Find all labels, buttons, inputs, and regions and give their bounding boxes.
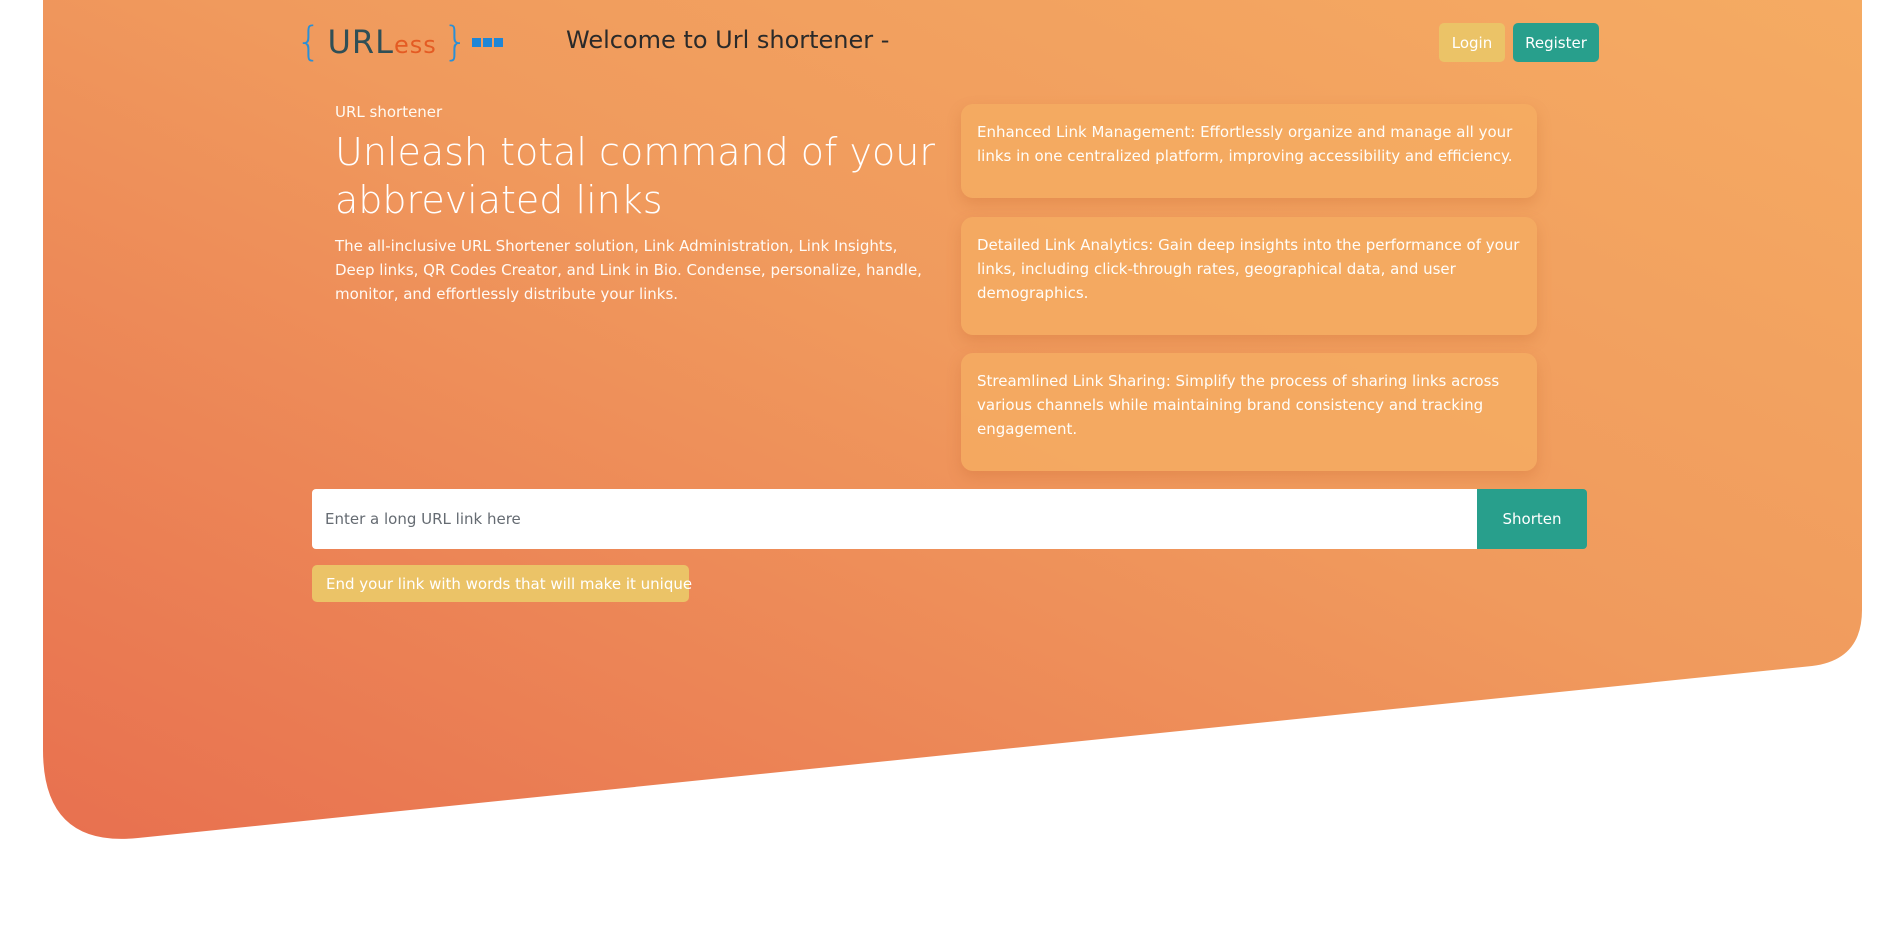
custom-alias-button[interactable]: End your link with words that will make … xyxy=(312,565,693,602)
logo-word-main: URL xyxy=(327,23,394,61)
feature-card-link-sharing: Streamlined Link Sharing: Simplify the p… xyxy=(961,353,1537,471)
hero-background xyxy=(43,0,1862,839)
shorten-form: Shorten xyxy=(312,489,1587,549)
logo-dots-icon xyxy=(472,37,504,47)
long-url-input[interactable] xyxy=(312,489,1477,549)
register-button[interactable]: Register xyxy=(1513,23,1599,62)
logo-word-accent: ess xyxy=(393,31,437,59)
feature-card-link-management: Enhanced Link Management: Effortlessly o… xyxy=(961,104,1537,198)
logo-wordmark: URLess xyxy=(327,23,436,61)
hero-headline: Unleash total command of your abbreviate… xyxy=(335,130,935,222)
urless-logo[interactable]: { URLess } xyxy=(296,19,504,65)
hero-eyebrow: URL shortener xyxy=(335,103,443,121)
logo-brace-open: { xyxy=(296,19,322,65)
feature-card-link-analytics: Detailed Link Analytics: Gain deep insig… xyxy=(961,217,1537,335)
login-button[interactable]: Login xyxy=(1439,23,1505,62)
custom-alias-label: End your link with words that will make … xyxy=(326,574,693,593)
logo-brace-close: } xyxy=(442,19,469,65)
hero-description: The all-inclusive URL Shortener solution… xyxy=(335,237,922,303)
page: { URLess } Welcome to Url shortener - Lo… xyxy=(0,0,1894,936)
welcome-text: Welcome to Url shortener - xyxy=(566,26,890,54)
top-navigation: { URLess } Welcome to Url shortener - Lo… xyxy=(0,0,1894,86)
shorten-button[interactable]: Shorten xyxy=(1477,489,1587,549)
